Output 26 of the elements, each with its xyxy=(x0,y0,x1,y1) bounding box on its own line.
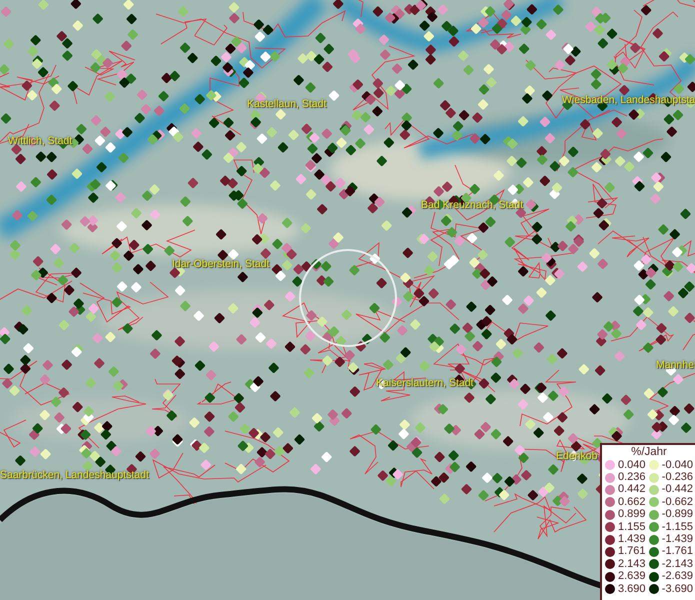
legend-value: 0.236 xyxy=(618,472,646,484)
legend-value: 0.040 xyxy=(618,460,646,471)
legend-value: -0.236 xyxy=(662,472,693,484)
legend-value: -1.155 xyxy=(662,522,693,533)
legend-value: 0.899 xyxy=(618,509,646,520)
legend-value: 2.639 xyxy=(618,571,646,582)
place-label: Saarbrücken, Landeshauptstadt xyxy=(0,470,149,482)
legend-value: 1.439 xyxy=(618,534,646,546)
legend-value: -1.439 xyxy=(662,534,693,546)
legend-value: -0.899 xyxy=(662,509,693,520)
legend-value: -0.662 xyxy=(662,496,693,508)
legend-value: -0.040 xyxy=(662,460,693,471)
legend-value: -3.690 xyxy=(662,584,693,595)
legend-value: -2.143 xyxy=(662,558,693,570)
legend-value: 3.690 xyxy=(618,584,646,595)
legend-value: 2.143 xyxy=(618,558,646,570)
legend-value: -0.442 xyxy=(662,484,693,496)
legend-value: 1.761 xyxy=(618,546,646,558)
legend-value: -1.761 xyxy=(662,546,693,558)
legend-value: 0.442 xyxy=(618,484,646,496)
legend-value: 1.155 xyxy=(618,522,646,533)
legend-title: %/Jahr xyxy=(630,446,668,459)
place-label: Idar-Oberstein, Stadt xyxy=(172,259,270,271)
place-label: Kastellaun, Stadt xyxy=(247,99,326,111)
legend-value: 0.662 xyxy=(618,496,646,508)
legend-value: -2.639 xyxy=(662,571,693,582)
